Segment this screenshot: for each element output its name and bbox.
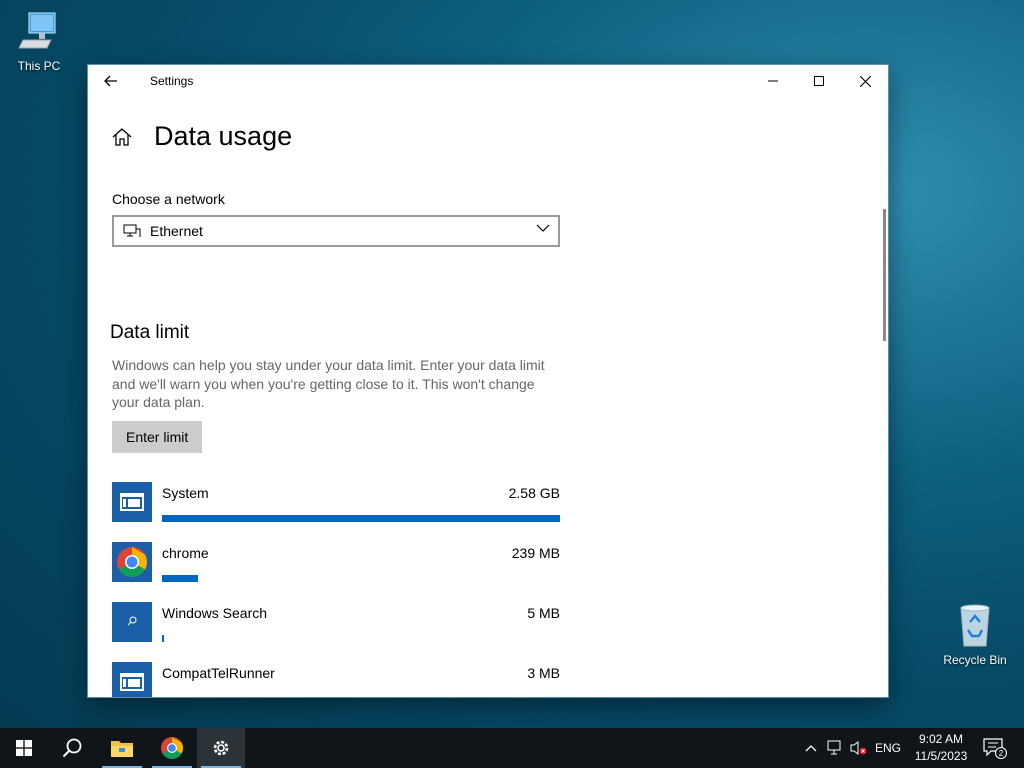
maximize-button[interactable] <box>796 65 842 97</box>
app-data-size: 3 MB <box>527 665 560 681</box>
network-tray-icon <box>827 740 841 755</box>
close-icon <box>859 75 871 87</box>
monitor-icon <box>18 12 56 49</box>
window-title: Settings <box>150 74 194 88</box>
compattelrunner-app-icon <box>112 662 152 697</box>
clock-date: 11/5/2023 <box>914 749 968 763</box>
windows-logo-icon <box>16 740 32 756</box>
chrome-icon <box>161 737 183 759</box>
settings-content: Data usage Choose a network Ethernet Dat… <box>88 97 888 697</box>
settings-window: Settings Data usage Choose a network Eth… <box>88 65 888 697</box>
usage-bar <box>162 575 198 582</box>
network-dropdown-value: Ethernet <box>150 223 203 239</box>
recycle-bin-label: Recycle Bin <box>943 653 1007 667</box>
search-button[interactable] <box>48 728 96 768</box>
app-name: chrome <box>162 545 209 561</box>
clock-time: 9:02 AM <box>918 732 964 746</box>
app-name: Windows Search <box>162 605 268 621</box>
show-hidden-icons-button[interactable] <box>802 728 820 768</box>
back-button[interactable] <box>98 69 124 93</box>
system-app-icon <box>112 482 152 522</box>
notification-icon: 2 <box>983 738 1007 759</box>
app-usage-row: chrome 239 MB <box>112 542 560 588</box>
usage-bar <box>162 635 164 642</box>
app-usage-row: Windows Search 5 MB <box>112 602 560 648</box>
page-title: Data usage <box>154 121 293 151</box>
search-icon <box>62 738 82 758</box>
data-limit-heading: Data limit <box>110 322 190 343</box>
page-header: Data usage <box>110 121 292 152</box>
app-data-size: 239 MB <box>511 545 560 561</box>
data-limit-description: Windows can help you stay under your dat… <box>112 357 545 410</box>
app-name: CompatTelRunner <box>162 665 275 681</box>
volume-tray-button[interactable] <box>848 728 870 768</box>
home-icon <box>112 127 132 146</box>
taskbar: ENG 9:02 AM 11/5/2023 2 <box>0 728 1024 768</box>
app-usage-row: System 2.58 GB <box>112 482 560 528</box>
home-button[interactable] <box>110 125 134 149</box>
input-language-button[interactable]: ENG <box>872 728 904 768</box>
scrollbar-thumb[interactable] <box>883 209 886 341</box>
app-usage-row: CompatTelRunner 3 MB <box>112 662 560 697</box>
volume-muted-icon <box>850 741 867 755</box>
close-button[interactable] <box>842 65 888 97</box>
title-bar: Settings <box>88 65 888 97</box>
recycle-bin-icon <box>960 604 990 647</box>
this-pc-desktop-icon[interactable]: This PC <box>4 10 74 73</box>
minimize-button[interactable] <box>750 65 796 97</box>
recycle-bin-desktop-icon[interactable]: Recycle Bin <box>940 602 1010 667</box>
start-button[interactable] <box>0 728 48 768</box>
app-data-size: 5 MB <box>527 605 560 621</box>
usage-bar <box>162 515 560 522</box>
gear-icon <box>213 740 229 756</box>
clock[interactable]: 9:02 AM 11/5/2023 <box>906 731 976 765</box>
chevron-up-icon <box>805 745 817 752</box>
app-data-size: 2.58 GB <box>508 485 560 501</box>
this-pc-label: This PC <box>17 59 61 73</box>
minimize-icon <box>768 80 778 82</box>
chevron-down-icon <box>536 224 550 232</box>
notification-count: 2 <box>999 749 1004 758</box>
maximize-icon <box>814 76 824 86</box>
chrome-taskbar-button[interactable] <box>148 728 196 768</box>
network-tray-button[interactable] <box>824 728 846 768</box>
file-explorer-button[interactable] <box>98 728 146 768</box>
action-center-button[interactable]: 2 <box>978 728 1012 768</box>
enter-limit-button[interactable]: Enter limit <box>112 421 203 453</box>
choose-network-label: Choose a network <box>112 191 225 207</box>
settings-taskbar-button[interactable] <box>197 728 245 768</box>
ethernet-icon <box>123 224 141 237</box>
chrome-app-icon <box>112 542 152 582</box>
app-name: System <box>162 485 209 501</box>
network-dropdown[interactable]: Ethernet <box>112 215 560 247</box>
windows-search-app-icon <box>112 602 152 642</box>
folder-icon <box>111 741 133 757</box>
back-arrow-icon <box>104 75 117 87</box>
